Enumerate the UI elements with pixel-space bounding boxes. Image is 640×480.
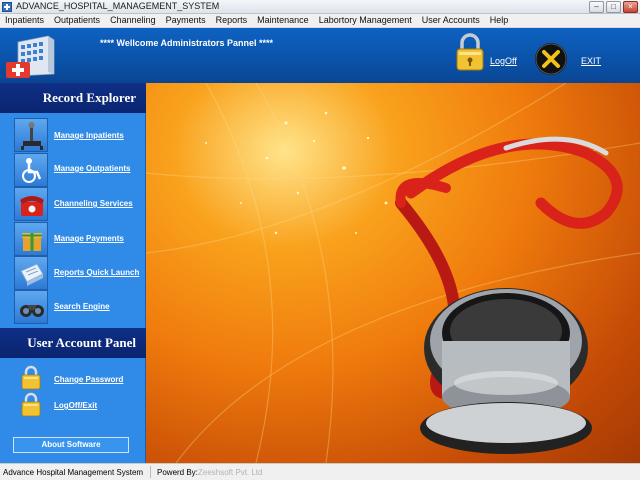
menu-help[interactable]: Help [485, 14, 514, 27]
status-powered-label: Powerd By: [157, 468, 198, 477]
menu-channeling[interactable]: Channeling [105, 14, 161, 27]
menu-bar: Inpatients Outpatients Channeling Paymen… [0, 14, 640, 28]
minimize-button[interactable]: – [589, 1, 604, 13]
record-explorer-title: Record Explorer [0, 83, 146, 113]
maximize-button[interactable]: □ [606, 1, 621, 13]
channeling-services-link[interactable]: Channeling Services [54, 199, 133, 208]
menu-laboratory-management[interactable]: Labortory Management [314, 14, 417, 27]
padlock-icon[interactable] [20, 364, 42, 390]
manage-outpatients-link[interactable]: Manage Outpatients [54, 164, 130, 173]
logoff-exit-link[interactable]: LogOff/Exit [54, 401, 97, 410]
header-banner: **** Wellcome Administrators Pannel ****… [0, 28, 640, 83]
menu-outpatients[interactable]: Outpatients [49, 14, 105, 27]
status-company-name: Zeeshsoft Pvt. Ltd [198, 468, 263, 477]
change-password-link[interactable]: Change Password [54, 375, 123, 384]
inpatient-icon[interactable] [14, 118, 48, 152]
search-engine-link[interactable]: Search Engine [54, 302, 110, 311]
wheelchair-icon[interactable] [14, 153, 48, 187]
window-title: ADVANCE_HOSPITAL_MANAGEMENT_SYSTEM [16, 1, 220, 11]
exit-link[interactable]: EXIT [581, 56, 601, 66]
menu-payments[interactable]: Payments [161, 14, 211, 27]
close-button[interactable]: × [623, 1, 638, 13]
banner-image [146, 83, 640, 463]
stethoscope-illustration [146, 83, 640, 463]
manage-inpatients-link[interactable]: Manage Inpatients [54, 131, 124, 140]
status-app-name: Advance Hospital Management System [3, 468, 144, 477]
gift-box-icon[interactable] [14, 222, 48, 256]
sidebar: Record Explorer Manage Inpatients Manage… [0, 83, 146, 463]
window-controls: – □ × [589, 1, 638, 13]
status-bar: Advance Hospital Management System Power… [0, 463, 640, 480]
about-software-button[interactable]: About Software [13, 437, 129, 453]
padlock-icon[interactable] [20, 391, 42, 417]
manage-payments-link[interactable]: Manage Payments [54, 234, 124, 243]
reports-quick-launch-link[interactable]: Reports Quick Launch [54, 268, 139, 277]
window-title-bar[interactable]: ADVANCE_HOSPITAL_MANAGEMENT_SYSTEM – □ × [0, 0, 640, 14]
status-separator [150, 466, 151, 478]
menu-user-accounts[interactable]: User Accounts [417, 14, 485, 27]
telephone-icon[interactable] [14, 187, 48, 221]
menu-maintenance[interactable]: Maintenance [252, 14, 314, 27]
user-account-panel-title: User Account Panel [0, 328, 146, 358]
report-icon[interactable] [14, 256, 48, 290]
menu-inpatients[interactable]: Inpatients [0, 14, 49, 27]
exit-icon[interactable] [534, 42, 568, 76]
logoff-lock-icon[interactable] [453, 32, 487, 72]
app-icon [2, 2, 12, 12]
menu-reports[interactable]: Reports [211, 14, 253, 27]
welcome-message: **** Wellcome Administrators Pannel **** [100, 38, 274, 48]
hospital-building-icon [6, 35, 55, 78]
binoculars-icon[interactable] [14, 290, 48, 324]
logoff-link[interactable]: LogOff [490, 56, 517, 66]
